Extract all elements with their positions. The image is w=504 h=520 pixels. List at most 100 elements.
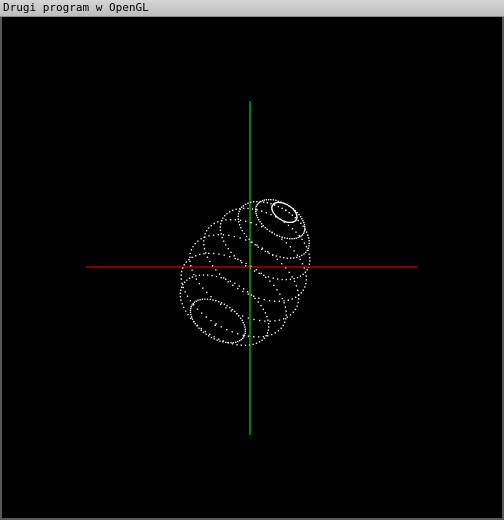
egg-point (242, 290, 244, 293)
egg-point (220, 303, 222, 305)
egg-point (231, 308, 233, 311)
egg-point (295, 212, 297, 214)
egg-point (193, 304, 195, 306)
egg-point (255, 207, 257, 209)
egg-point (250, 294, 253, 296)
egg-point (288, 271, 290, 273)
egg-point (213, 336, 215, 338)
egg-point (300, 235, 302, 237)
egg-point (242, 334, 244, 336)
egg-point (298, 298, 300, 300)
egg-point (268, 252, 270, 254)
egg-point (240, 338, 242, 341)
egg-point (236, 344, 238, 346)
scene-canvas (2, 17, 502, 518)
egg-point (244, 203, 247, 205)
egg-point (200, 327, 202, 330)
egg-point (237, 340, 239, 343)
egg-point (277, 330, 279, 332)
egg-point (308, 263, 310, 265)
egg-point (227, 248, 229, 250)
egg-point (302, 273, 304, 275)
egg-point (266, 332, 269, 334)
egg-point (202, 331, 205, 333)
egg-point (285, 310, 287, 312)
egg-point (307, 247, 309, 249)
egg-point (245, 220, 247, 222)
egg-point (307, 249, 309, 252)
egg-point (246, 235, 248, 238)
egg-point (274, 332, 276, 334)
egg-point (302, 225, 304, 227)
egg-point (200, 238, 202, 240)
egg-point (301, 238, 303, 240)
egg-point (258, 336, 260, 338)
egg-point (205, 316, 207, 318)
egg-point (196, 308, 199, 310)
egg-point (247, 207, 249, 210)
egg-point (293, 250, 295, 252)
egg-point (250, 222, 252, 224)
egg-point (209, 333, 211, 335)
egg-point (210, 336, 213, 339)
egg-point (190, 317, 192, 319)
egg-point (298, 256, 301, 258)
egg-point (273, 284, 275, 286)
egg-point (296, 256, 298, 258)
egg-point (194, 243, 196, 245)
egg-point (189, 311, 192, 314)
egg-point (305, 246, 308, 248)
egg-point (267, 335, 269, 337)
egg-point (224, 215, 226, 217)
egg-point (221, 220, 223, 222)
egg-point (264, 320, 266, 322)
egg-point (227, 281, 229, 283)
title-bar[interactable]: Drugi program w OpenGL (0, 0, 504, 17)
egg-point (209, 298, 211, 300)
egg-point (213, 338, 215, 340)
egg-point (301, 263, 304, 265)
egg-point (179, 296, 181, 298)
egg-point (305, 283, 307, 285)
egg-point (290, 206, 292, 208)
egg-point (223, 254, 225, 256)
egg-point (191, 256, 193, 258)
egg-point (293, 238, 295, 240)
egg-point (182, 286, 184, 289)
egg-point (283, 257, 285, 259)
egg-point (285, 318, 287, 320)
egg-point (215, 323, 217, 325)
egg-point (261, 339, 263, 341)
egg-point (185, 310, 187, 312)
egg-point (273, 233, 276, 235)
egg-point (260, 305, 262, 307)
egg-point (195, 255, 197, 257)
egg-point (230, 219, 232, 221)
egg-point (286, 316, 288, 318)
egg-point (233, 235, 235, 238)
egg-point (212, 299, 214, 301)
egg-point (281, 297, 283, 300)
egg-point (268, 323, 270, 325)
egg-point (229, 307, 231, 309)
egg-point (244, 334, 246, 336)
egg-point (208, 335, 210, 337)
egg-point (239, 219, 242, 221)
egg-point (272, 277, 274, 279)
egg-point (272, 254, 274, 256)
egg-point (232, 284, 234, 286)
egg-point (302, 220, 304, 222)
egg-point (218, 253, 220, 255)
egg-point (283, 318, 285, 320)
egg-point (222, 217, 224, 219)
egg-point (266, 202, 268, 204)
egg-point (204, 236, 206, 238)
egg-point (295, 231, 297, 233)
egg-point (309, 257, 311, 259)
egg-point (244, 332, 246, 334)
egg-point (180, 274, 182, 276)
egg-point (189, 252, 191, 255)
egg-point (281, 278, 283, 281)
egg-point (251, 208, 254, 210)
egg-point (193, 320, 195, 323)
